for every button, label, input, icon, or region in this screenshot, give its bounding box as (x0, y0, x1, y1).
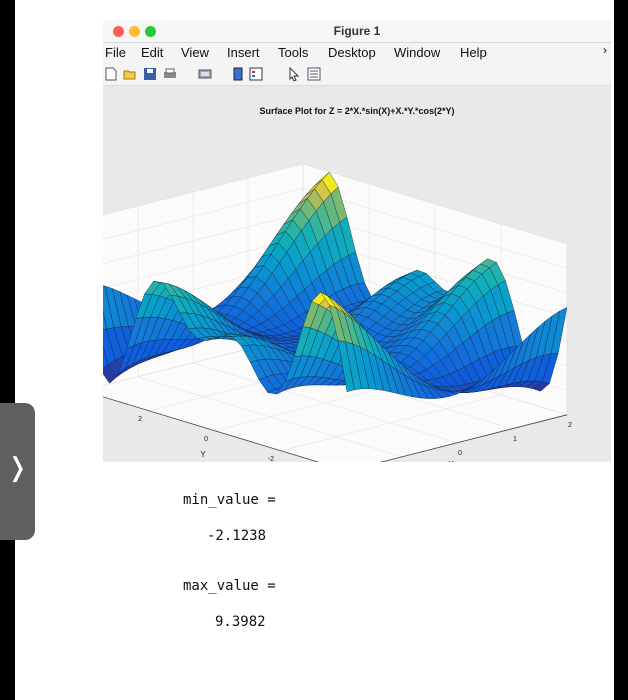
x-axis-label: X (448, 460, 454, 462)
x-tick-label: 2 (568, 422, 572, 429)
print-preview-icon[interactable] (198, 67, 212, 81)
max-value: 9.3982 (215, 614, 266, 630)
menu-bar: File Edit View Insert Tools Desktop Wind… (103, 43, 611, 63)
plot-title: Surface Plot for Z = 2*X.*sin(X)+X.*Y.*c… (259, 106, 454, 116)
y-tick-label: 2 (138, 416, 142, 423)
menu-edit[interactable]: Edit (141, 45, 163, 60)
property-inspector-icon[interactable] (307, 67, 321, 81)
window-title: Figure 1 (333, 24, 381, 38)
print-icon[interactable] (163, 67, 177, 81)
menu-tools[interactable]: Tools (278, 45, 308, 60)
surface-plot[interactable]: Surface Plot for Z = 2*X.*sin(X)+X.*Y.*c… (103, 86, 611, 462)
min-value: -2.1238 (207, 528, 267, 544)
pointer-icon[interactable] (287, 67, 301, 81)
figure-window: Figure 1 File Edit View Insert Tools Des… (103, 20, 611, 462)
y-tick-label: -2 (268, 456, 274, 462)
chevron-right-icon: ❭ (6, 453, 29, 483)
save-icon[interactable] (143, 67, 157, 81)
side-expand-tab[interactable]: ❭ (0, 403, 35, 540)
menu-window[interactable]: Window (394, 45, 440, 60)
y-axis-label: Y (200, 450, 206, 459)
max-value-label: max_value = (183, 578, 276, 594)
new-figure-icon[interactable] (104, 67, 118, 81)
menu-view[interactable]: View (181, 45, 209, 60)
chevron-right-icon[interactable]: › (603, 43, 607, 57)
colorbar-icon[interactable] (231, 67, 245, 81)
x-tick-label: 1 (513, 436, 517, 443)
menu-insert[interactable]: Insert (227, 45, 260, 60)
menu-file[interactable]: File (105, 45, 126, 60)
y-tick-label: 0 (204, 436, 208, 443)
open-file-icon[interactable] (123, 67, 137, 81)
x-tick-label: 0 (458, 450, 462, 457)
menu-desktop[interactable]: Desktop (328, 45, 376, 60)
menu-help[interactable]: Help (460, 45, 487, 60)
content-page: Figure 1 File Edit View Insert Tools Des… (15, 0, 614, 700)
toolbar (103, 63, 611, 86)
title-bar: Figure 1 (103, 20, 611, 43)
legend-icon[interactable] (249, 67, 263, 81)
min-value-label: min_value = (183, 492, 276, 508)
